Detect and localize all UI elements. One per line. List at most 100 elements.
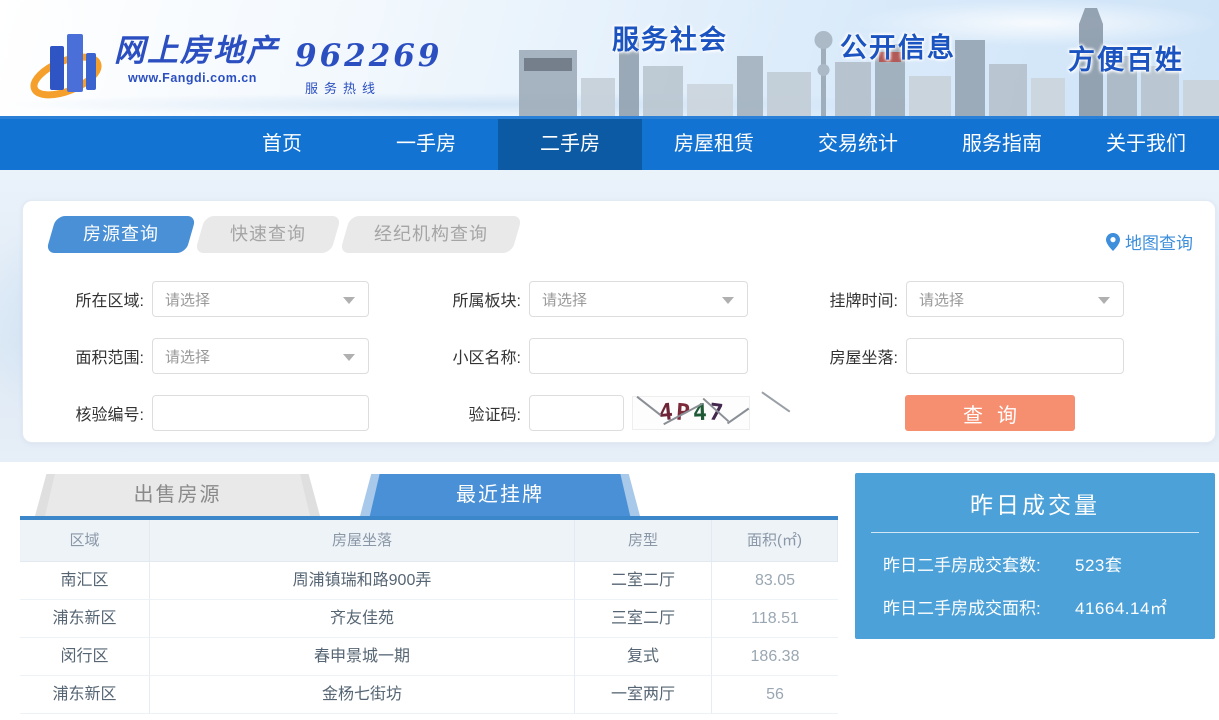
field-plate: 所属板块: 请选择	[416, 281, 748, 317]
nav-item-about-us[interactable]: 关于我们	[1074, 119, 1218, 170]
slogan-convenience: 方便百姓	[1068, 38, 1184, 77]
map-search-link[interactable]: 地图查询	[1106, 229, 1193, 254]
tab-label: 出售房源	[35, 474, 320, 516]
field-label: 所在区域:	[39, 287, 144, 311]
field-house-location: 房屋坐落:	[793, 338, 1124, 374]
area-range-select[interactable]: 请选择	[152, 338, 369, 374]
field-label: 挂牌时间:	[793, 287, 898, 311]
listings-section: 出售房源 最近挂牌 区域 房屋坐落 房型 面积(㎡) 南汇区 周浦镇瑞和路900…	[20, 470, 838, 720]
field-community-name: 小区名称:	[416, 338, 748, 374]
cell-region: 南汇区	[20, 562, 150, 600]
captcha-image[interactable]: 4 P 4 7	[632, 396, 750, 430]
chevron-down-icon	[1098, 297, 1110, 304]
table-row[interactable]: 闵行区 春申景城一期 复式 186.38	[20, 638, 838, 676]
stats-label: 昨日二手房成交面积:	[883, 594, 1075, 619]
nav-item-rental[interactable]: 房屋租赁	[642, 119, 786, 170]
tab-for-sale-listings[interactable]: 出售房源	[35, 474, 320, 516]
field-check-number: 核验编号:	[39, 395, 369, 431]
stats-row-units: 昨日二手房成交套数: 523套	[883, 551, 1215, 576]
chevron-down-icon	[343, 354, 355, 361]
tab-label: 最近挂牌	[360, 474, 640, 516]
main-nav: 首页 一手房 二手房 房屋租赁 交易统计 服务指南 关于我们	[0, 119, 1219, 170]
field-captcha: 验证码: 4 P 4 7	[416, 395, 750, 431]
tab-agency-search[interactable]: 经纪机构查询	[340, 216, 523, 253]
nav-item-second-hand[interactable]: 二手房	[498, 119, 642, 170]
stats-row-area: 昨日二手房成交面积: 41664.14㎡	[883, 594, 1215, 619]
slogan-serve-society: 服务社会	[612, 18, 728, 57]
cell-type: 一室两厅	[575, 676, 712, 714]
captcha-noise-line	[762, 391, 791, 412]
site-logo[interactable]: 网上房地产 www.Fangdi.com.cn 962269 服务热线	[30, 26, 442, 106]
select-placeholder: 请选择	[542, 289, 587, 310]
cell-location: 齐友佳苑	[150, 600, 575, 638]
column-header-area: 面积(㎡)	[712, 520, 838, 562]
column-header-location: 房屋坐落	[150, 520, 575, 562]
nav-item-service-guide[interactable]: 服务指南	[930, 119, 1074, 170]
table-row[interactable]: 浦东新区 齐友佳苑 三室二厅 118.51	[20, 600, 838, 638]
site-url: www.Fangdi.com.cn	[128, 71, 279, 85]
nav-item-new-homes[interactable]: 一手房	[354, 119, 498, 170]
field-area-range: 面积范围: 请选择	[39, 338, 369, 374]
tab-recent-listings[interactable]: 最近挂牌	[360, 474, 640, 516]
cell-type: 复式	[575, 638, 712, 676]
cell-area: 56	[712, 676, 838, 714]
select-placeholder: 请选择	[165, 346, 210, 367]
cell-region: 闵行区	[20, 638, 150, 676]
cell-type: 二室二厅	[575, 562, 712, 600]
search-tabs: 房源查询 快速查询 经纪机构查询	[51, 216, 526, 253]
cell-location: 周浦镇瑞和路900弄	[150, 562, 575, 600]
house-location-input[interactable]	[906, 338, 1124, 374]
tab-label: 快速查询	[200, 216, 336, 253]
search-panel: 房源查询 快速查询 经纪机构查询 地图查询 所在区域:	[22, 200, 1216, 443]
logo-buildings-icon	[30, 26, 108, 106]
field-label: 面积范围:	[39, 344, 144, 368]
cell-location: 金杨七街坊	[150, 676, 575, 714]
service-hotline: 962269 服务热线	[295, 26, 442, 106]
listings-table: 区域 房屋坐落 房型 面积(㎡) 南汇区 周浦镇瑞和路900弄 二室二厅 83.…	[20, 520, 838, 714]
cell-region: 浦东新区	[20, 676, 150, 714]
listing-time-select[interactable]: 请选择	[906, 281, 1124, 317]
site-name: 网上房地产	[114, 34, 279, 68]
chevron-down-icon	[722, 297, 734, 304]
yesterday-transactions-panel: 昨日成交量 昨日二手房成交套数: 523套 昨日二手房成交面积: 41664.1…	[855, 473, 1215, 639]
cell-area: 118.51	[712, 600, 838, 638]
nav-item-statistics[interactable]: 交易统计	[786, 119, 930, 170]
captcha-noise-line	[727, 408, 749, 424]
stats-panel-title: 昨日成交量	[855, 486, 1215, 520]
community-name-input[interactable]	[529, 338, 748, 374]
field-label: 验证码:	[416, 401, 521, 425]
search-button[interactable]: 查询	[905, 395, 1075, 431]
plate-select[interactable]: 请选择	[529, 281, 748, 317]
hotline-number: 962269	[295, 38, 442, 74]
region-select[interactable]: 请选择	[152, 281, 369, 317]
tab-listing-search[interactable]: 房源查询	[46, 216, 197, 253]
map-pin-icon	[1106, 233, 1120, 251]
table-row[interactable]: 浦东新区 金杨七街坊 一室两厅 56	[20, 676, 838, 714]
stats-value: 41664.14㎡	[1075, 594, 1167, 619]
field-label: 房屋坐落:	[793, 344, 898, 368]
table-row[interactable]: 南汇区 周浦镇瑞和路900弄 二室二厅 83.05	[20, 562, 838, 600]
field-listing-time: 挂牌时间: 请选择	[793, 281, 1124, 317]
stats-separator	[871, 532, 1199, 533]
cell-area: 186.38	[712, 638, 838, 676]
nav-item-home[interactable]: 首页	[210, 119, 354, 170]
slogan-open-information: 公开信息	[840, 26, 956, 65]
search-section: 房源查询 快速查询 经纪机构查询 地图查询 所在区域:	[0, 170, 1219, 462]
tab-label: 房源查询	[51, 216, 191, 253]
chevron-down-icon	[343, 297, 355, 304]
map-link-label: 地图查询	[1125, 229, 1193, 254]
check-number-input[interactable]	[152, 395, 369, 431]
page: 网上房地产 www.Fangdi.com.cn 962269 服务热线 服务社会…	[0, 0, 1219, 720]
select-placeholder: 请选择	[165, 289, 210, 310]
table-header-row: 区域 房屋坐落 房型 面积(㎡)	[20, 520, 838, 562]
field-label: 所属板块:	[416, 287, 521, 311]
site-header: 网上房地产 www.Fangdi.com.cn 962269 服务热线 服务社会…	[0, 0, 1219, 116]
select-placeholder: 请选择	[919, 289, 964, 310]
tab-quick-search[interactable]: 快速查询	[195, 216, 342, 253]
stats-label: 昨日二手房成交套数:	[883, 551, 1075, 576]
field-label: 核验编号:	[39, 401, 144, 425]
cell-area: 83.05	[712, 562, 838, 600]
cell-location: 春申景城一期	[150, 638, 575, 676]
captcha-input[interactable]	[529, 395, 624, 431]
stats-value: 523套	[1075, 551, 1122, 576]
